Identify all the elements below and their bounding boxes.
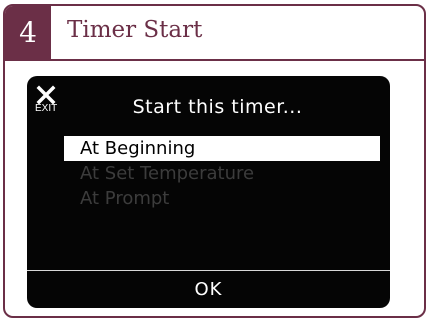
option-at-prompt[interactable]: At Prompt [64, 186, 380, 211]
timer-start-options: At Beginning At Set Temperature At Promp… [64, 136, 380, 211]
screen-title: Start this timer... [132, 96, 303, 118]
step-title: Timer Start [67, 17, 203, 43]
ok-button[interactable]: OK [27, 271, 390, 308]
instruction-card: 4 Timer Start EXIT Start this timer... A… [3, 4, 426, 318]
option-at-set-temperature[interactable]: At Set Temperature [64, 161, 380, 186]
step-header: 4 Timer Start [5, 6, 424, 61]
option-at-beginning[interactable]: At Beginning [64, 136, 380, 161]
header-divider [5, 59, 424, 61]
step-number-badge: 4 [5, 6, 51, 59]
device-screen: EXIT Start this timer... At Beginning At… [27, 76, 390, 308]
